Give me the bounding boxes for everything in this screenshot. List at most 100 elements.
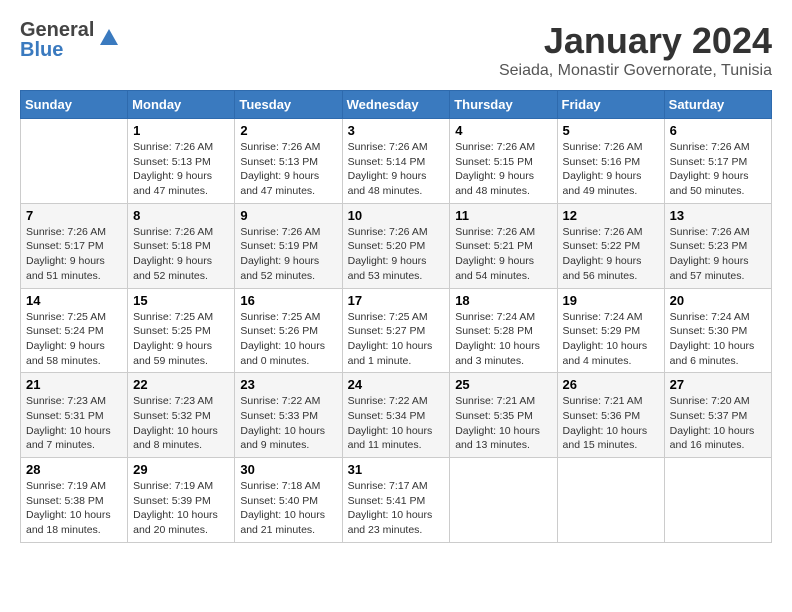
days-of-week-row: SundayMondayTuesdayWednesdayThursdayFrid… [21, 91, 772, 119]
calendar-cell: 16Sunrise: 7:25 AM Sunset: 5:26 PM Dayli… [235, 288, 342, 373]
day-info: Sunrise: 7:23 AM Sunset: 5:31 PM Dayligh… [26, 394, 122, 453]
day-number: 31 [348, 462, 445, 477]
calendar-cell: 11 Sunrise: 7:26 AM Sunset: 5:21 PM Dayli… [450, 203, 557, 288]
day-number: 13 [670, 208, 766, 223]
day-info: Sunrise: 7:26 AM Sunset: 5:21 PM Dayligh… [455, 225, 551, 284]
calendar-cell: 3 Sunrise: 7:26 AM Sunset: 5:14 PM Daylig… [342, 119, 450, 204]
calendar-cell: 8Sunrise: 7:26 AM Sunset: 5:18 PM Daylig… [128, 203, 235, 288]
calendar-cell: 17Sunrise: 7:25 AM Sunset: 5:27 PM Dayli… [342, 288, 450, 373]
calendar-body: 1 Sunrise: 7:26 AM Sunset: 5:13 PM Daylig… [21, 119, 772, 543]
day-info: Sunrise: 7:21 AM Sunset: 5:36 PM Dayligh… [563, 394, 659, 453]
day-number: 4 [455, 123, 551, 138]
logo-blue: Blue [20, 40, 94, 60]
day-number: 26 [563, 377, 659, 392]
calendar-cell: 29 Sunrise: 7:19 AM Sunset: 5:39 PM Dayli… [128, 458, 235, 543]
day-number: 7 [26, 208, 122, 223]
day-of-week-thursday: Thursday [450, 91, 557, 119]
day-info: Sunrise: 7:19 AM Sunset: 5:38 PM Dayligh… [26, 479, 122, 538]
day-number: 27 [670, 377, 766, 392]
calendar-cell [557, 458, 664, 543]
calendar-cell: 21 Sunrise: 7:23 AM Sunset: 5:31 PM Dayli… [21, 373, 128, 458]
day-info: Sunrise: 7:19 AM Sunset: 5:39 PM Dayligh… [133, 479, 229, 538]
day-number: 20 [670, 293, 766, 308]
title-block: January 2024 Seiada, Monastir Governorat… [499, 20, 772, 80]
calendar-cell: 4 Sunrise: 7:26 AM Sunset: 5:15 PM Daylig… [450, 119, 557, 204]
calendar-cell: 9 Sunrise: 7:26 AM Sunset: 5:19 PM Daylig… [235, 203, 342, 288]
day-of-week-tuesday: Tuesday [235, 91, 342, 119]
day-info: Sunrise: 7:23 AM Sunset: 5:32 PM Dayligh… [133, 394, 229, 453]
calendar-cell: 30 Sunrise: 7:18 AM Sunset: 5:40 PM Dayli… [235, 458, 342, 543]
calendar-cell: 15 Sunrise: 7:25 AM Sunset: 5:25 PM Dayli… [128, 288, 235, 373]
day-number: 8 [133, 208, 229, 223]
calendar-cell: 6 Sunrise: 7:26 AM Sunset: 5:17 PM Daylig… [664, 119, 771, 204]
calendar-cell [21, 119, 128, 204]
calendar-week-3: 14 Sunrise: 7:25 AM Sunset: 5:24 PM Dayli… [21, 288, 772, 373]
day-info: Sunrise: 7:24 AM Sunset: 5:28 PM Dayligh… [455, 310, 551, 369]
day-info: Sunrise: 7:25 AM Sunset: 5:24 PM Dayligh… [26, 310, 122, 369]
day-number: 14 [26, 293, 122, 308]
calendar-cell: 24Sunrise: 7:22 AM Sunset: 5:34 PM Dayli… [342, 373, 450, 458]
logo-icon [98, 27, 120, 49]
calendar-cell [664, 458, 771, 543]
day-number: 3 [348, 123, 445, 138]
day-info: Sunrise: 7:25 AM Sunset: 5:25 PM Dayligh… [133, 310, 229, 369]
day-of-week-wednesday: Wednesday [342, 91, 450, 119]
day-number: 2 [240, 123, 336, 138]
day-info: Sunrise: 7:22 AM Sunset: 5:33 PM Dayligh… [240, 394, 336, 453]
day-number: 24 [348, 377, 445, 392]
day-number: 5 [563, 123, 659, 138]
calendar-header: SundayMondayTuesdayWednesdayThursdayFrid… [21, 91, 772, 119]
day-info: Sunrise: 7:26 AM Sunset: 5:14 PM Dayligh… [348, 140, 445, 199]
day-number: 9 [240, 208, 336, 223]
day-info: Sunrise: 7:26 AM Sunset: 5:19 PM Dayligh… [240, 225, 336, 284]
calendar-week-4: 21 Sunrise: 7:23 AM Sunset: 5:31 PM Dayli… [21, 373, 772, 458]
calendar-cell: 23 Sunrise: 7:22 AM Sunset: 5:33 PM Dayli… [235, 373, 342, 458]
day-number: 28 [26, 462, 122, 477]
day-of-week-friday: Friday [557, 91, 664, 119]
day-number: 29 [133, 462, 229, 477]
calendar-cell: 5 Sunrise: 7:26 AM Sunset: 5:16 PM Daylig… [557, 119, 664, 204]
day-number: 17 [348, 293, 445, 308]
day-info: Sunrise: 7:26 AM Sunset: 5:17 PM Dayligh… [26, 225, 122, 284]
day-number: 10 [348, 208, 445, 223]
day-number: 23 [240, 377, 336, 392]
day-info: Sunrise: 7:18 AM Sunset: 5:40 PM Dayligh… [240, 479, 336, 538]
day-of-week-saturday: Saturday [664, 91, 771, 119]
day-number: 22 [133, 377, 229, 392]
day-info: Sunrise: 7:25 AM Sunset: 5:26 PM Dayligh… [240, 310, 336, 369]
day-info: Sunrise: 7:21 AM Sunset: 5:35 PM Dayligh… [455, 394, 551, 453]
day-of-week-sunday: Sunday [21, 91, 128, 119]
day-info: Sunrise: 7:26 AM Sunset: 5:20 PM Dayligh… [348, 225, 445, 284]
day-info: Sunrise: 7:24 AM Sunset: 5:29 PM Dayligh… [563, 310, 659, 369]
calendar-cell: 22 Sunrise: 7:23 AM Sunset: 5:32 PM Dayli… [128, 373, 235, 458]
calendar-week-2: 7 Sunrise: 7:26 AM Sunset: 5:17 PM Daylig… [21, 203, 772, 288]
calendar-week-5: 28 Sunrise: 7:19 AM Sunset: 5:38 PM Dayli… [21, 458, 772, 543]
day-info: Sunrise: 7:26 AM Sunset: 5:22 PM Dayligh… [563, 225, 659, 284]
day-number: 21 [26, 377, 122, 392]
calendar-week-1: 1 Sunrise: 7:26 AM Sunset: 5:13 PM Daylig… [21, 119, 772, 204]
day-of-week-monday: Monday [128, 91, 235, 119]
calendar-cell: 12 Sunrise: 7:26 AM Sunset: 5:22 PM Dayli… [557, 203, 664, 288]
day-number: 11 [455, 208, 551, 223]
location-subtitle: Seiada, Monastir Governorate, Tunisia [499, 62, 772, 80]
day-number: 12 [563, 208, 659, 223]
day-info: Sunrise: 7:24 AM Sunset: 5:30 PM Dayligh… [670, 310, 766, 369]
day-number: 6 [670, 123, 766, 138]
day-info: Sunrise: 7:26 AM Sunset: 5:13 PM Dayligh… [240, 140, 336, 199]
calendar-cell: 31Sunrise: 7:17 AM Sunset: 5:41 PM Dayli… [342, 458, 450, 543]
calendar-cell [450, 458, 557, 543]
calendar-cell: 10 Sunrise: 7:26 AM Sunset: 5:20 PM Dayli… [342, 203, 450, 288]
calendar-cell: 1Sunrise: 7:26 AM Sunset: 5:13 PM Daylig… [128, 119, 235, 204]
calendar-cell: 14 Sunrise: 7:25 AM Sunset: 5:24 PM Dayli… [21, 288, 128, 373]
day-number: 1 [133, 123, 229, 138]
calendar-cell: 26 Sunrise: 7:21 AM Sunset: 5:36 PM Dayli… [557, 373, 664, 458]
day-info: Sunrise: 7:26 AM Sunset: 5:16 PM Dayligh… [563, 140, 659, 199]
calendar-cell: 18 Sunrise: 7:24 AM Sunset: 5:28 PM Dayli… [450, 288, 557, 373]
day-info: Sunrise: 7:26 AM Sunset: 5:15 PM Dayligh… [455, 140, 551, 199]
day-number: 15 [133, 293, 229, 308]
calendar-cell: 28 Sunrise: 7:19 AM Sunset: 5:38 PM Dayli… [21, 458, 128, 543]
day-number: 18 [455, 293, 551, 308]
day-info: Sunrise: 7:26 AM Sunset: 5:17 PM Dayligh… [670, 140, 766, 199]
day-number: 30 [240, 462, 336, 477]
month-year-title: January 2024 [499, 20, 772, 62]
